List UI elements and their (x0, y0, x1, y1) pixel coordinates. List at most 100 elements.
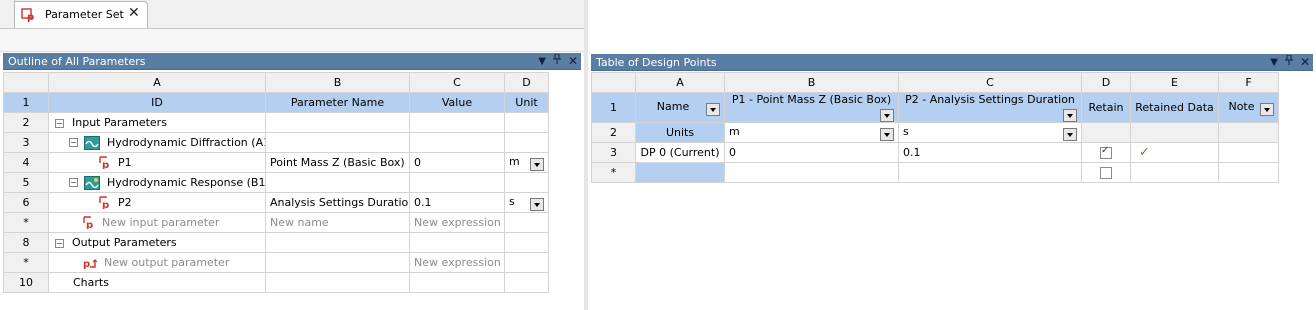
note-cell[interactable] (1218, 162, 1279, 183)
p1-unit-dropdown[interactable]: m (724, 122, 899, 143)
retain-checkbox[interactable] (1100, 145, 1112, 159)
unit-dropdown[interactable]: m (504, 152, 549, 173)
row-number[interactable]: 1 (3, 92, 49, 113)
column-letter[interactable]: E (1130, 72, 1219, 93)
tab-close-icon[interactable]: ✕ (128, 5, 140, 21)
column-letter[interactable]: C (409, 72, 505, 93)
unit-cell[interactable] (504, 252, 549, 273)
tab-parameter-set[interactable]: p Parameter Set ✕ (14, 1, 148, 28)
column-header-parameter-name[interactable]: Parameter Name (265, 92, 410, 113)
unit-dropdown[interactable]: s (504, 192, 549, 213)
parameter-name-cell[interactable] (265, 272, 410, 293)
dropdown-arrow-icon[interactable] (880, 127, 894, 141)
row-number[interactable]: 2 (591, 122, 636, 143)
value-cell[interactable] (409, 172, 505, 193)
unit-cell[interactable] (504, 112, 549, 133)
panel-menu-dropdown-icon[interactable]: ▼ (538, 53, 546, 70)
new-expression-cell[interactable]: New expression (409, 212, 505, 233)
collapse-icon[interactable]: − (69, 178, 78, 187)
column-header-retained-data[interactable]: Retained Data (1130, 92, 1219, 123)
column-letter[interactable]: B (265, 72, 410, 93)
column-header-value[interactable]: Value (409, 92, 505, 113)
parameter-name-cell[interactable] (265, 232, 410, 253)
note-cell[interactable] (1218, 142, 1279, 163)
column-letter[interactable]: F (1218, 72, 1279, 93)
collapse-icon[interactable]: − (55, 238, 64, 248)
panel-close-icon[interactable]: ✕ (568, 53, 578, 70)
p2-value-cell[interactable] (898, 162, 1082, 183)
p2-unit-dropdown[interactable]: s (898, 122, 1082, 143)
p1-value-cell[interactable]: 0 (724, 142, 899, 163)
panel-close-icon[interactable]: ✕ (1300, 54, 1310, 71)
parameter-id-cell[interactable]: p P1 (48, 152, 266, 173)
pin-icon[interactable] (1284, 54, 1293, 71)
new-name-cell[interactable]: New name (265, 212, 410, 233)
parameter-name-cell[interactable] (265, 172, 410, 193)
column-header-p1[interactable]: P1 - Point Mass Z (Basic Box) (724, 92, 899, 123)
row-number[interactable]: 5 (3, 172, 49, 193)
value-cell[interactable] (409, 232, 505, 253)
value-cell[interactable] (409, 112, 505, 133)
tree-node-input-parameters[interactable]: − Input Parameters (48, 112, 266, 133)
row-number[interactable]: * (3, 252, 49, 273)
parameter-name-cell[interactable]: Point Mass Z (Basic Box) (265, 152, 410, 173)
parameter-name-cell[interactable] (265, 132, 410, 153)
corner-cell[interactable] (3, 72, 49, 93)
column-letter[interactable]: B (724, 72, 899, 93)
row-number[interactable]: 1 (591, 92, 636, 123)
column-letter[interactable]: D (504, 72, 549, 93)
row-number[interactable]: 3 (591, 142, 636, 163)
unit-cell[interactable] (504, 212, 549, 233)
tree-node-charts[interactable]: Charts (48, 272, 266, 293)
value-cell[interactable] (409, 132, 505, 153)
value-cell[interactable]: 0.1 (409, 192, 505, 213)
parameter-name-cell[interactable] (265, 252, 410, 273)
row-number[interactable]: 6 (3, 192, 49, 213)
row-number[interactable]: 2 (3, 112, 49, 133)
collapse-icon[interactable]: − (55, 118, 64, 128)
value-cell[interactable] (409, 272, 505, 293)
unit-cell[interactable] (504, 272, 549, 293)
row-number[interactable]: * (3, 212, 49, 233)
column-header-unit[interactable]: Unit (504, 92, 549, 113)
new-expression-cell[interactable]: New expression (409, 252, 505, 273)
new-output-parameter-cell[interactable]: p New output parameter (48, 252, 266, 273)
collapse-icon[interactable]: − (69, 138, 78, 147)
retain-checkbox[interactable] (1100, 167, 1112, 179)
column-header-p2[interactable]: P2 - Analysis Settings Duration (898, 92, 1082, 123)
unit-cell[interactable] (504, 232, 549, 253)
value-cell[interactable]: 0 (409, 152, 505, 173)
tree-node-hydrodynamic-response[interactable]: − Hydrodynamic Response (B1) (48, 172, 266, 193)
corner-cell[interactable] (591, 72, 636, 93)
filter-dropdown-icon[interactable] (706, 102, 720, 116)
new-name-cell[interactable] (635, 162, 725, 183)
filter-dropdown-icon[interactable] (1260, 102, 1274, 116)
filter-dropdown-icon[interactable] (1063, 109, 1077, 122)
tree-node-output-parameters[interactable]: − Output Parameters (48, 232, 266, 253)
dropdown-arrow-icon[interactable] (530, 197, 544, 211)
column-letter[interactable]: A (635, 72, 725, 93)
dropdown-arrow-icon[interactable] (530, 157, 544, 171)
column-header-retain[interactable]: Retain (1081, 92, 1131, 123)
unit-cell[interactable] (504, 172, 549, 193)
row-number[interactable]: 8 (3, 232, 49, 253)
design-point-name-cell[interactable]: DP 0 (Current) (635, 142, 725, 163)
unit-cell[interactable] (504, 132, 549, 153)
row-number[interactable]: 10 (3, 272, 49, 293)
panel-splitter[interactable] (584, 0, 588, 310)
dropdown-arrow-icon[interactable] (1063, 127, 1077, 141)
tree-node-hydrodynamic-diffraction[interactable]: − Hydrodynamic Diffraction (A1) (48, 132, 266, 153)
column-letter[interactable]: A (48, 72, 266, 93)
row-number[interactable]: * (591, 162, 636, 183)
p1-value-cell[interactable] (724, 162, 899, 183)
column-header-note[interactable]: Note (1218, 92, 1279, 123)
previous-tab-edge[interactable] (0, 0, 15, 28)
p2-value-cell[interactable]: 0.1 (898, 142, 1082, 163)
filter-dropdown-icon[interactable] (880, 109, 894, 122)
column-header-id[interactable]: ID (48, 92, 266, 113)
panel-menu-dropdown-icon[interactable]: ▼ (1270, 54, 1278, 71)
parameter-name-cell[interactable]: Analysis Settings Duration (265, 192, 410, 213)
new-input-parameter-cell[interactable]: p New input parameter (48, 212, 266, 233)
column-letter[interactable]: C (898, 72, 1082, 93)
column-letter[interactable]: D (1081, 72, 1131, 93)
